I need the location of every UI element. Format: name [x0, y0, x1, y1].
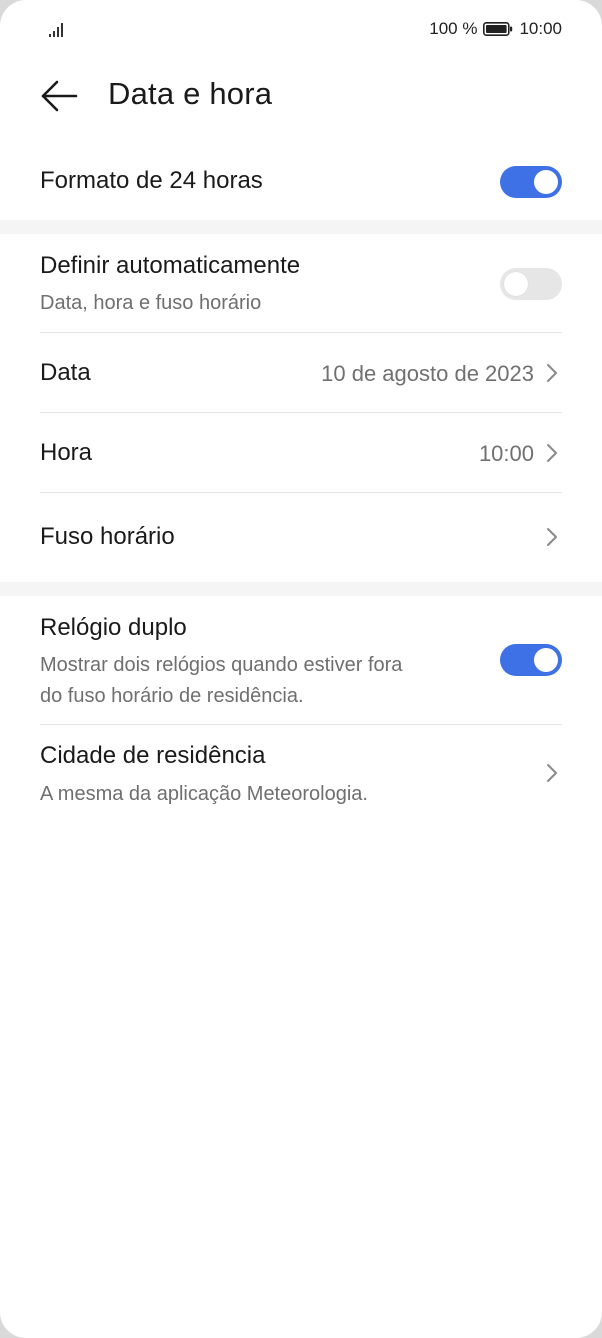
chevron-right-icon: [547, 364, 557, 382]
status-indicators: 100 % 10:00: [429, 19, 562, 39]
page-header: Data e hora: [0, 60, 602, 132]
dual-clock-label: Relógio duplo: [40, 614, 187, 641]
status-bar: 100 % 10:00: [0, 0, 602, 60]
format-24h-label: Formato de 24 horas: [40, 167, 263, 194]
format-24h-row[interactable]: Formato de 24 horas: [40, 150, 562, 214]
dual-clock-sublabel-line1: Mostrar dois relógios quando estiver for…: [40, 654, 403, 676]
auto-set-toggle[interactable]: [500, 268, 562, 300]
auto-set-row[interactable]: Definir automaticamente Data, hora e fus…: [40, 242, 562, 332]
date-label: Data: [40, 359, 91, 386]
chevron-right-icon: [547, 444, 557, 462]
home-city-label: Cidade de residência: [40, 742, 266, 769]
toggle-knob: [534, 648, 558, 672]
status-time: 10:00: [519, 19, 562, 38]
section-gap: [0, 220, 602, 234]
settings-screen: 100 % 10:00 Data e hora Formato de 24 ho…: [0, 0, 602, 1338]
time-value: 10:00: [478, 441, 534, 466]
timezone-row[interactable]: Fuso horário: [40, 494, 562, 576]
battery-percent: 100 %: [429, 19, 478, 38]
dual-clock-row[interactable]: Relógio duplo Mostrar dois relógios quan…: [40, 604, 562, 722]
date-value: 10 de agosto de 2023: [321, 361, 534, 386]
section-gap: [0, 582, 602, 596]
date-row[interactable]: Data 10 de agosto de 2023: [40, 334, 562, 412]
timezone-label: Fuso horário: [40, 523, 175, 550]
home-city-sublabel: A mesma da aplicação Meteorologia.: [40, 783, 368, 805]
dual-clock-toggle[interactable]: [500, 644, 562, 676]
battery-icon: [483, 22, 513, 36]
chevron-right-icon: [547, 528, 557, 546]
back-button[interactable]: [36, 74, 84, 118]
chevron-right-icon: [547, 764, 557, 782]
time-label: Hora: [40, 439, 93, 466]
time-row[interactable]: Hora 10:00: [40, 414, 562, 492]
auto-set-label: Definir automaticamente: [40, 252, 301, 279]
auto-set-sublabel: Data, hora e fuso horário: [40, 292, 262, 314]
dual-clock-sublabel-line2: do fuso horário de residência.: [40, 685, 304, 707]
home-city-row[interactable]: Cidade de residência A mesma da aplicaçã…: [40, 726, 562, 822]
page-title: Data e hora: [108, 76, 273, 111]
divider: [40, 724, 562, 725]
toggle-knob: [504, 272, 528, 296]
toggle-knob: [534, 170, 558, 194]
format-24h-toggle[interactable]: [500, 166, 562, 198]
signal-icon: [49, 23, 63, 37]
divider: [40, 412, 562, 413]
divider: [40, 332, 562, 333]
divider: [40, 492, 562, 493]
arrow-left-icon: [41, 80, 78, 112]
